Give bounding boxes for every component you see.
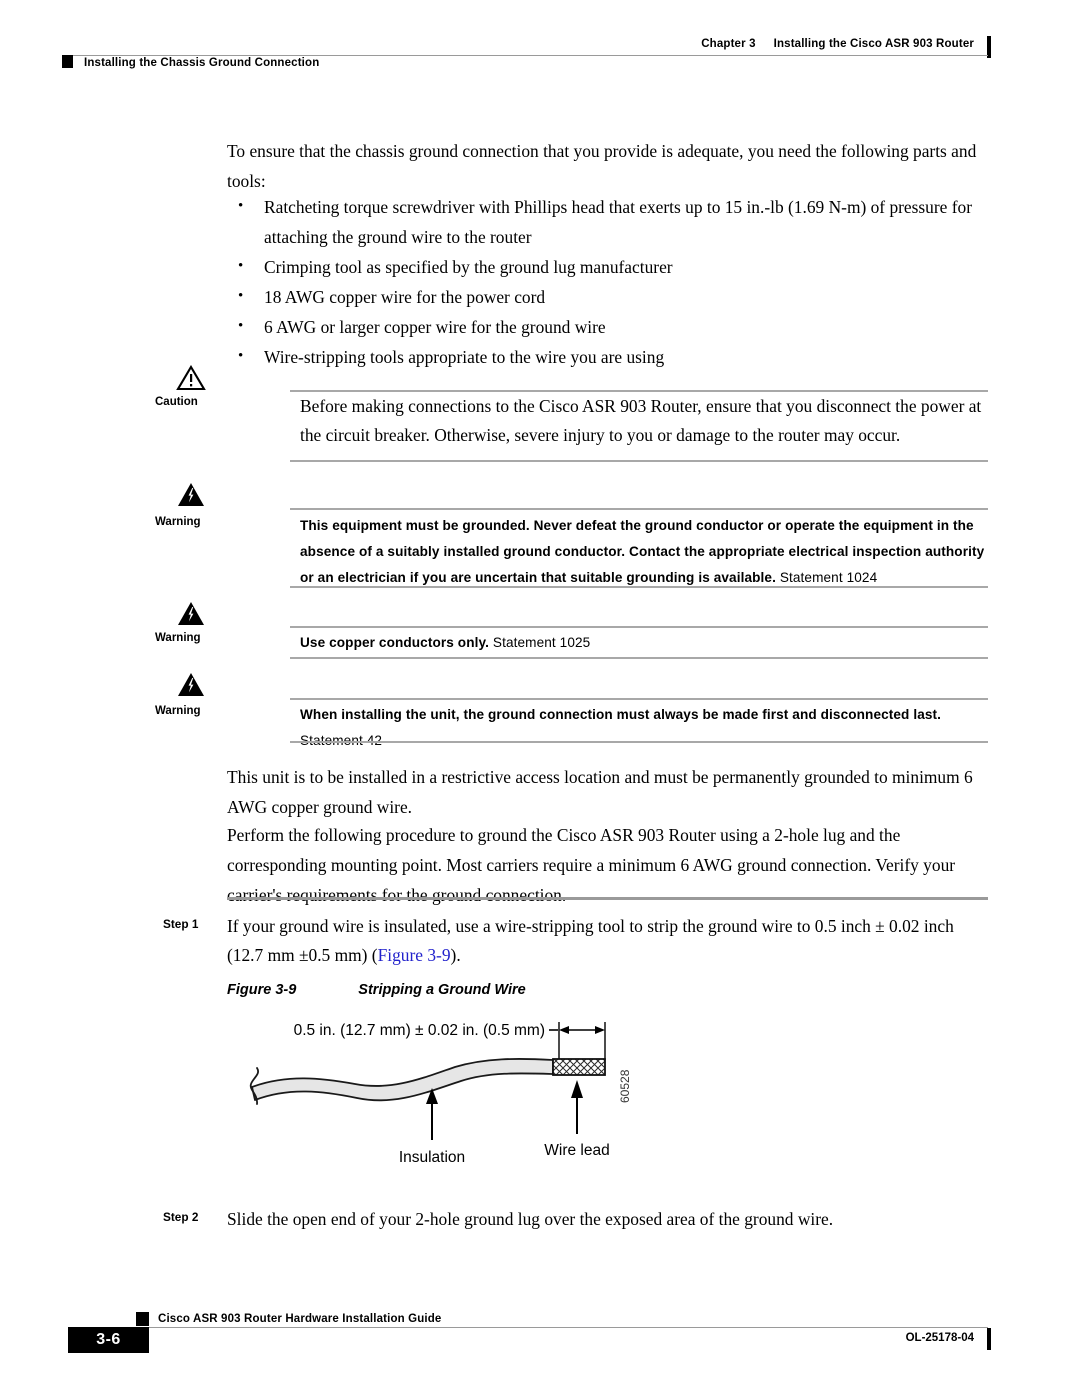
- list-item-text: Crimping tool as specified by the ground…: [264, 257, 673, 277]
- step-1-text: If your ground wire is insulated, use a …: [227, 912, 992, 970]
- warning-lightning-icon: [155, 482, 227, 508]
- wire-lead-shape: [552, 1058, 606, 1076]
- warning-label: Warning: [155, 632, 201, 644]
- page-header: Chapter 3 Installing the Cisco ASR 903 Ro…: [0, 0, 1080, 90]
- bullet-dot-icon: •: [238, 288, 244, 304]
- figure-title: Stripping a Ground Wire: [358, 982, 526, 998]
- header-chapter: Chapter 3 Installing the Cisco ASR 903 Ro…: [701, 38, 974, 50]
- footer-rule: [92, 1327, 988, 1328]
- list-item: • Crimping tool as specified by the groun…: [227, 252, 995, 282]
- intro-paragraph: To ensure that the chassis ground connec…: [227, 141, 977, 191]
- caution-label: Caution: [155, 396, 198, 408]
- footer-document-number: OL-25178-04: [905, 1332, 974, 1344]
- list-item-text: 18 AWG copper wire for the power cord: [264, 287, 546, 307]
- step-2-text: Slide the open end of your 2-hole ground…: [227, 1209, 834, 1229]
- warning-block-2: Warning Use copper conductors only. Stat…: [0, 601, 1080, 665]
- list-item-text: 6 AWG or larger copper wire for the grou…: [264, 317, 606, 337]
- warning-label: Warning: [155, 516, 201, 528]
- footer-end-bar: [987, 1328, 991, 1350]
- warning-rule-top: [290, 508, 988, 510]
- warning-rule-bottom: [290, 741, 988, 743]
- warning-text-main: When installing the unit, the ground con…: [300, 707, 942, 722]
- warning-lightning-icon: [155, 672, 227, 698]
- warning-rule-top: [290, 698, 988, 700]
- figure-xref-link[interactable]: Figure 3-9: [378, 945, 451, 965]
- bullet-dot-icon: •: [238, 318, 244, 334]
- warning-statement: Statement 1025: [492, 635, 591, 650]
- figure-caption: Figure 3-9 Stripping a Ground Wire: [227, 982, 526, 998]
- step-2-label: Step 2: [163, 1210, 199, 1224]
- dimension-label: 0.5 in. (12.7 mm) ± 0.02 in. (0.5 mm): [294, 1022, 545, 1039]
- header-rule: [66, 55, 988, 56]
- header-chapter-title: Installing the Cisco ASR 903 Router: [773, 38, 974, 50]
- wire-lead-callout-label: Wire lead: [544, 1142, 609, 1159]
- parts-and-tools-list: • Ratcheting torque screwdriver with Phil…: [227, 192, 995, 372]
- header-bullet-square-icon: [62, 55, 73, 68]
- footer-guide-title: Cisco ASR 903 Router Hardware Installati…: [158, 1313, 442, 1325]
- list-item-text: Ratcheting torque screwdriver with Phill…: [264, 197, 973, 247]
- bullet-dot-icon: •: [238, 258, 244, 274]
- warning-text-main: This equipment must be grounded. Never d…: [300, 518, 985, 585]
- figure-number: Figure 3-9: [227, 982, 297, 998]
- footer-bullet-square-icon: [136, 1312, 149, 1326]
- list-item: • 18 AWG copper wire for the power cord: [227, 282, 995, 312]
- header-section-title: Installing the Chassis Ground Connection: [84, 57, 320, 69]
- warning-text-main: Use copper conductors only.: [300, 635, 490, 650]
- warning-block-3: Warning When installing the unit, the gr…: [0, 672, 1080, 752]
- bullet-dot-icon: •: [238, 198, 244, 214]
- restrictive-access-paragraph: This unit is to be installed in a restri…: [227, 767, 973, 817]
- warning-block-1: Warning This equipment must be grounded.…: [0, 482, 1080, 594]
- step-1-text-after: ).: [450, 945, 461, 965]
- header-chapter-number: Chapter 3: [701, 38, 756, 50]
- warning-text-2: Use copper conductors only. Statement 10…: [300, 630, 992, 656]
- warning-rule-top: [290, 626, 988, 628]
- caution-text: Before making connections to the Cisco A…: [300, 396, 982, 445]
- caution-block: Caution Before making connections to the…: [0, 365, 1080, 475]
- step-1-text-before: If your ground wire is insulated, use a …: [227, 916, 954, 965]
- warning-text-3: When installing the unit, the ground con…: [300, 702, 992, 754]
- warning-label: Warning: [155, 705, 201, 717]
- warning-statement: Statement 1024: [779, 570, 878, 585]
- caution-rule-bottom: [290, 460, 988, 462]
- warning-rule-bottom: [290, 657, 988, 659]
- warning-rule-bottom: [290, 586, 988, 588]
- caution-triangle-icon: [155, 365, 227, 391]
- warning-text-1: This equipment must be grounded. Never d…: [300, 513, 992, 591]
- list-item: • Ratcheting torque screwdriver with Phil…: [227, 192, 995, 252]
- insulation-callout-label: Insulation: [399, 1149, 465, 1166]
- page-number-badge: 3-6: [68, 1327, 149, 1353]
- figure-serial-number: 60528: [618, 1069, 632, 1103]
- list-item: • 6 AWG or larger copper wire for the gro…: [227, 312, 995, 342]
- list-item-text: Wire-stripping tools appropriate to the …: [264, 347, 665, 367]
- step-1-label: Step 1: [163, 917, 199, 931]
- warning-lightning-icon: [155, 601, 227, 627]
- step-separator-rule: [227, 897, 988, 900]
- wire-insulation-shape: [251, 1058, 554, 1102]
